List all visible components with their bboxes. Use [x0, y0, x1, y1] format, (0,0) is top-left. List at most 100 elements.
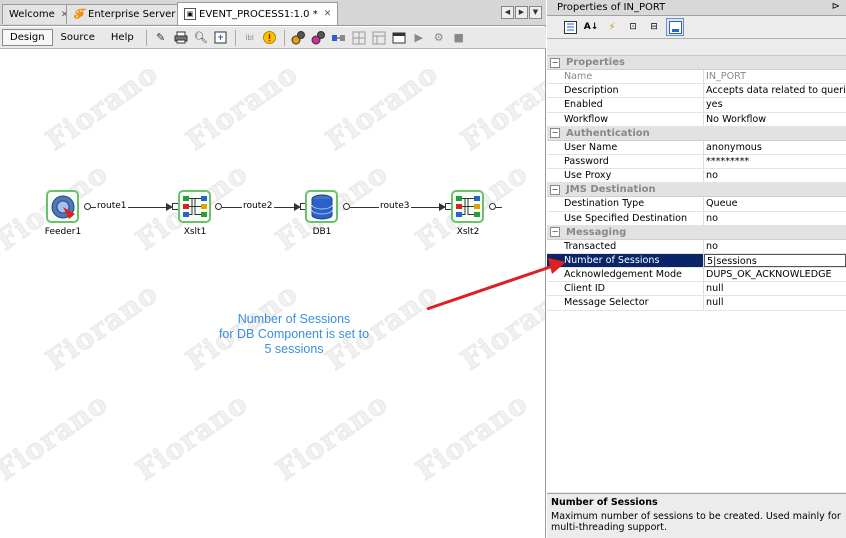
property-value[interactable]: Accepts data related to queries i... [704, 84, 846, 97]
play-icon[interactable]: ▶ [411, 30, 427, 46]
event-process-icon: ▣ [184, 8, 196, 20]
node-label: Feeder1 [44, 227, 82, 237]
output-port[interactable] [343, 203, 350, 210]
property-row[interactable]: Workflow No Workflow [547, 112, 846, 127]
property-value[interactable]: null [704, 282, 846, 295]
database-icon [311, 194, 332, 219]
scroll-left-icon[interactable]: ◀ [501, 6, 514, 19]
route-label[interactable]: route2 [242, 201, 274, 211]
property-value[interactable]: yes [704, 98, 846, 111]
node-label: Xslt2 [456, 227, 480, 237]
editor-tab-bar: Welcome ✕ 𝓕 Enterprise Server ✕ ▣ EVENT_… [0, 0, 546, 26]
expand-all-icon[interactable]: ⊡ [624, 18, 642, 36]
property-value[interactable]: null [704, 296, 846, 309]
calendar-icon[interactable] [391, 30, 407, 46]
property-name: Message Selector [547, 296, 704, 310]
close-icon[interactable]: ✕ [324, 9, 332, 19]
run-icon[interactable] [291, 30, 307, 46]
category-label: JMS Destination [566, 184, 656, 196]
feeder1-node[interactable] [46, 190, 79, 223]
output-port[interactable] [215, 203, 222, 210]
property-value[interactable]: no [704, 240, 846, 253]
route-label[interactable]: route1 [96, 201, 128, 211]
source-button[interactable]: Source [53, 29, 103, 46]
properties-pane: Properties of IN_PORT ⊳ A↓ ⚡ ⊡ ⊟ − Prope… [547, 0, 846, 538]
property-row[interactable]: Use Specified Destination no [547, 211, 846, 226]
watermark: Fiorano [410, 386, 535, 488]
property-row[interactable]: User Name anonymous [547, 140, 846, 155]
property-row[interactable]: Destination Type Queue [547, 197, 846, 212]
help-button[interactable]: Help [103, 29, 142, 46]
annotation-line: for DB Component is set to [218, 327, 370, 341]
connect-icon[interactable] [331, 30, 347, 46]
category-jms-destination[interactable]: − JMS Destination [547, 183, 846, 198]
number-of-sessions-field[interactable]: 5|sessions [704, 253, 846, 268]
category-properties[interactable]: − Properties [547, 56, 846, 70]
pin-icon[interactable]: ⊳ [832, 1, 840, 12]
property-name: Name [547, 70, 704, 84]
category-label: Properties [566, 57, 625, 68]
print-icon[interactable] [173, 30, 189, 46]
property-value[interactable]: no [704, 212, 846, 225]
debug-icon[interactable]: ⚙ [431, 30, 447, 46]
sort-alpha-icon[interactable]: A↓ [582, 18, 600, 36]
wand-icon[interactable]: ⚡ [603, 18, 621, 36]
property-row[interactable]: Client ID null [547, 282, 846, 297]
layout-alt-icon[interactable] [371, 30, 387, 46]
collapse-icon[interactable]: − [550, 128, 560, 139]
deploy-icon[interactable] [311, 30, 327, 46]
edit-icon[interactable]: ✎ [153, 30, 169, 46]
watermark: Fiorano [130, 386, 255, 488]
annotation-text: Number of Sessions for DB Component is s… [214, 312, 374, 357]
property-name: Workflow [547, 112, 704, 126]
property-row[interactable]: Transacted no [547, 239, 846, 254]
description-toggle-icon[interactable] [666, 18, 684, 36]
tab-event-process[interactable]: ▣ EVENT_PROCESS1:1.0 * ✕ [177, 2, 339, 25]
categorized-view-icon[interactable] [561, 18, 579, 36]
tab-label: Welcome [9, 9, 55, 20]
output-port[interactable] [489, 203, 496, 210]
output-port[interactable] [84, 203, 91, 210]
warning-icon[interactable] [262, 30, 278, 46]
property-row[interactable]: Acknowledgement Mode DUPS_OK_ACKNOWLEDGE [547, 268, 846, 283]
property-row[interactable]: Description Accepts data related to queri… [547, 84, 846, 99]
flow-canvas[interactable]: Fiorano Fiorano Fiorano Fiorano Fiorano … [0, 50, 545, 538]
property-row[interactable]: Enabled yes [547, 98, 846, 113]
stop-icon[interactable]: ■ [451, 30, 467, 46]
layout-icon[interactable] [351, 30, 367, 46]
route-label[interactable]: route3 [379, 201, 411, 211]
watermark: Fiorano [180, 56, 305, 158]
db1-node[interactable] [305, 190, 338, 223]
label-icon[interactable]: lbl [242, 30, 258, 46]
category-messaging[interactable]: − Messaging [547, 225, 846, 240]
property-row[interactable]: Message Selector null [547, 296, 846, 311]
collapse-icon[interactable]: − [550, 184, 560, 195]
collapse-all-icon[interactable]: ⊟ [645, 18, 663, 36]
property-row[interactable]: Password ********* [547, 154, 846, 170]
property-row[interactable]: Use Proxy no [547, 169, 846, 184]
scroll-right-icon[interactable]: ▶ [515, 6, 528, 19]
editor-pane: Welcome ✕ 𝓕 Enterprise Server ✕ ▣ EVENT_… [0, 0, 546, 538]
property-value[interactable]: DUPS_OK_ACKNOWLEDGE [704, 268, 846, 281]
property-description: Number of Sessions Maximum number of ses… [547, 493, 846, 538]
property-value[interactable]: ********* [704, 155, 846, 168]
collapse-icon[interactable]: − [550, 57, 560, 68]
tab-list-icon[interactable]: ▼ [529, 6, 542, 19]
fit-view-icon[interactable] [213, 30, 229, 46]
xslt2-node[interactable] [451, 190, 484, 223]
property-value[interactable]: no [704, 169, 846, 182]
xslt1-node[interactable] [178, 190, 211, 223]
property-row[interactable]: Name IN_PORT [547, 70, 846, 85]
property-value[interactable]: No Workflow [704, 113, 846, 126]
design-button[interactable]: Design [2, 29, 53, 46]
collapse-icon[interactable]: − [550, 227, 560, 238]
property-value[interactable]: anonymous [704, 141, 846, 154]
property-value[interactable]: Queue [704, 197, 846, 210]
description-text: Maximum number of sessions to be created… [551, 511, 841, 533]
tab-label: EVENT_PROCESS1:1.0 * [199, 8, 318, 20]
property-row-selected[interactable]: Number of Sessions 5|sessions [547, 253, 846, 269]
category-authentication[interactable]: − Authentication [547, 126, 846, 141]
tab-welcome[interactable]: Welcome ✕ [2, 4, 76, 24]
zoom-icon[interactable]: 🔍︎ [193, 30, 209, 46]
properties-title: Properties of IN_PORT [557, 2, 666, 13]
